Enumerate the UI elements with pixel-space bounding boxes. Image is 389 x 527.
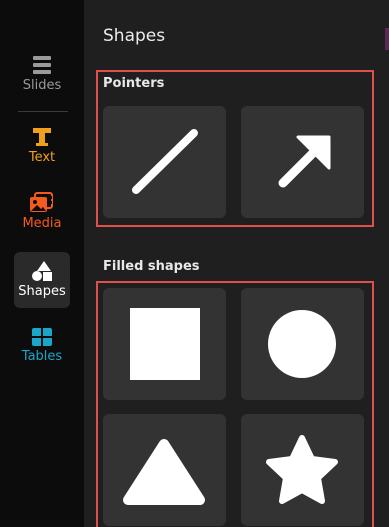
square-shape-tile[interactable] — [103, 288, 226, 400]
sidebar-item-label: Shapes — [18, 284, 66, 299]
sidebar-item-tables[interactable]: Tables — [0, 318, 84, 374]
section-title-filled-shapes: Filled shapes — [103, 259, 200, 274]
panel-title: Shapes — [103, 26, 166, 46]
sidebar-item-label: Tables — [21, 349, 63, 364]
media-icon — [30, 192, 53, 212]
sidebar-item-label: Slides — [22, 78, 62, 93]
sidebar-item-label: Text — [28, 150, 56, 165]
shapes-panel: Shapes Pointers Filled shapes — [84, 0, 389, 527]
sidebar-item-shapes[interactable]: Shapes — [14, 252, 70, 308]
circle-icon — [268, 310, 336, 378]
sidebar-divider — [18, 111, 68, 112]
star-icon — [266, 435, 338, 504]
square-icon — [130, 308, 200, 380]
sidebar-item-slides[interactable]: Slides — [0, 46, 84, 102]
line-shape-tile[interactable] — [103, 106, 226, 218]
sidebar: Slides Text Media Shapes Tables — [0, 0, 84, 527]
sidebar-item-media[interactable]: Media — [0, 184, 84, 240]
sidebar-item-text[interactable]: Text — [0, 118, 84, 174]
tables-icon — [32, 328, 52, 346]
app-window: Slides Text Media Shapes Tables Shapes P… — [0, 0, 389, 527]
triangle-icon — [123, 439, 205, 505]
slides-icon — [33, 56, 51, 74]
line-icon — [132, 129, 198, 194]
arrow-shape-tile[interactable] — [241, 106, 364, 218]
sidebar-item-label: Media — [22, 216, 62, 231]
text-icon — [33, 128, 51, 146]
shapes-icon — [32, 261, 52, 281]
arrow-icon — [278, 135, 331, 188]
circle-shape-tile[interactable] — [241, 288, 364, 400]
triangle-shape-tile[interactable] — [103, 414, 226, 526]
panel-edge-accent — [385, 28, 389, 50]
star-shape-tile[interactable] — [241, 414, 364, 526]
